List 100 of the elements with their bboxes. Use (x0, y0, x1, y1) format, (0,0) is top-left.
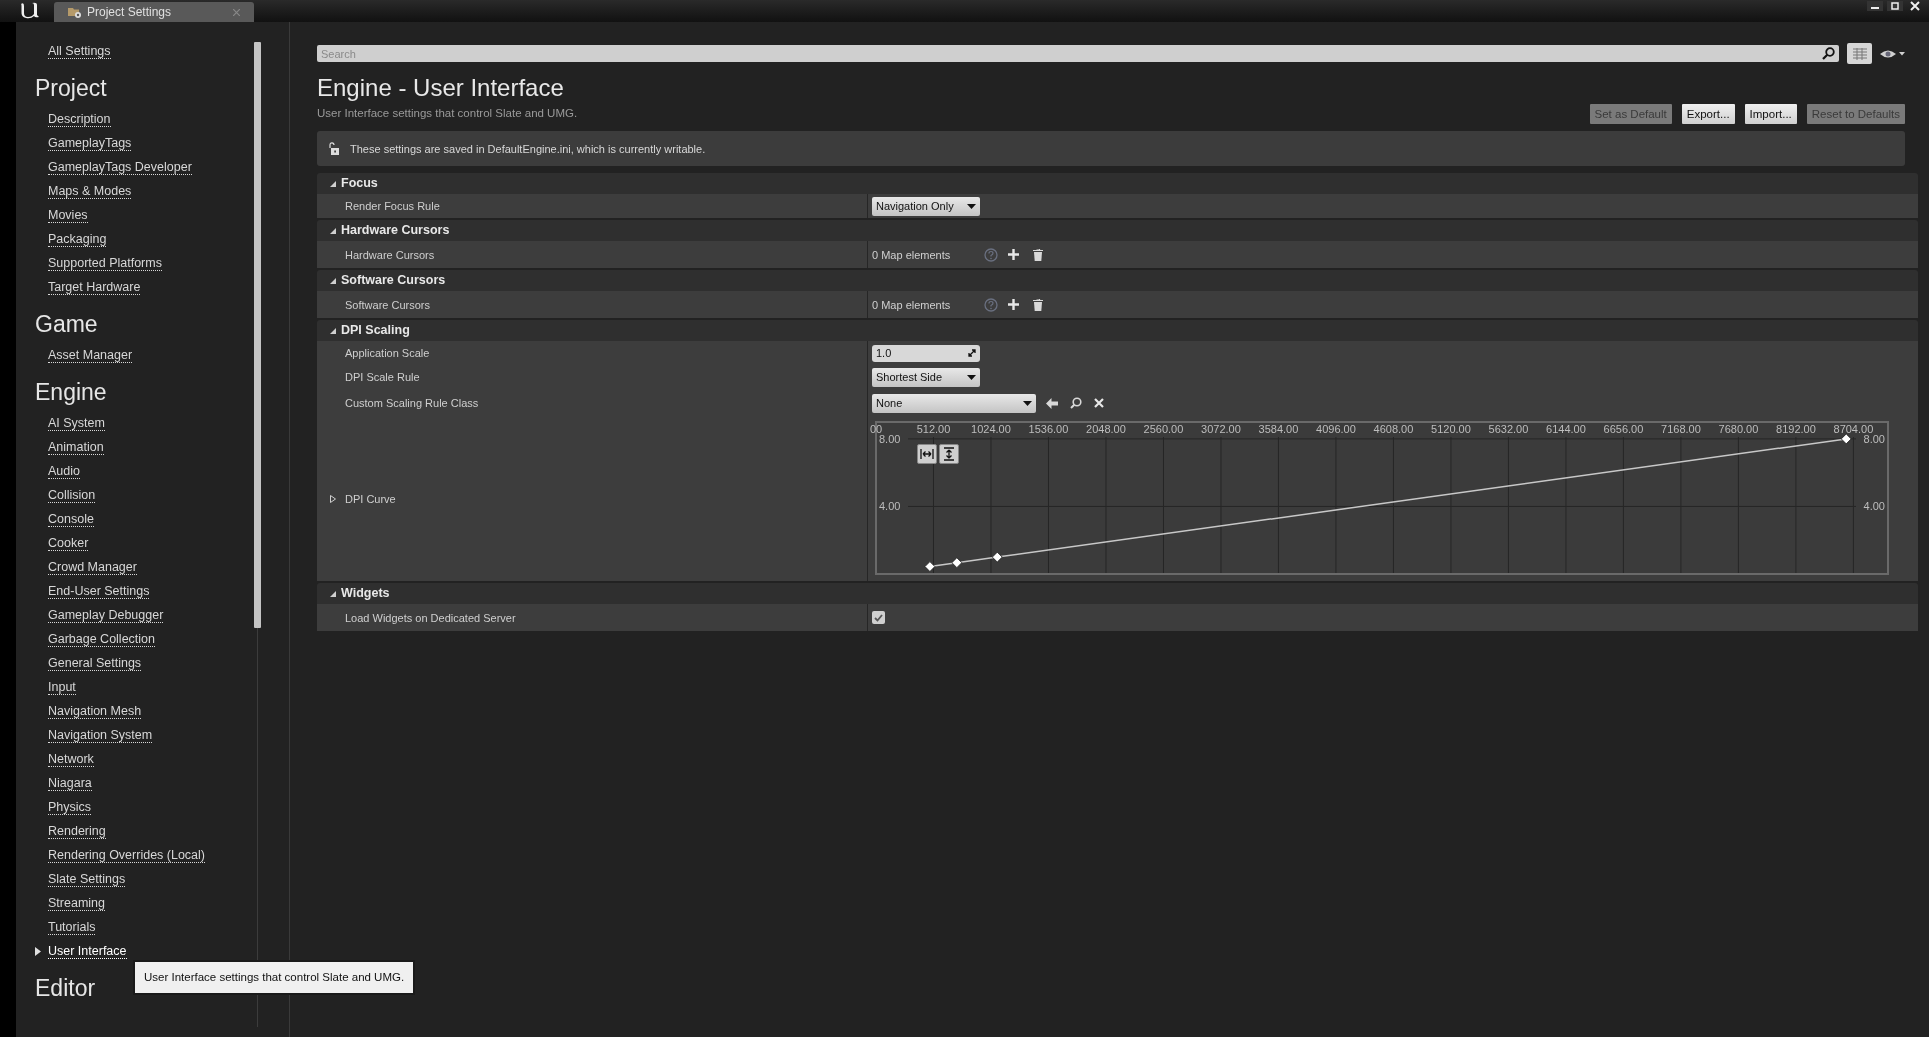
logo-icon (18, 1, 40, 19)
settings-link[interactable]: Cooker (48, 535, 89, 551)
property-label: Application Scale (344, 346, 430, 361)
settings-link[interactable]: Target Hardware (48, 279, 141, 295)
settings-link[interactable]: Audio (48, 463, 80, 479)
curve-key-point[interactable] (951, 557, 963, 569)
axis-tick-label: 8704.00 (1833, 423, 1874, 436)
caret-icon (967, 374, 976, 380)
settings-link[interactable]: Movies (48, 207, 88, 223)
restore-icon[interactable] (1887, 1, 1903, 11)
toolbar-button[interactable]: Export... (1681, 104, 1735, 125)
trash-icon[interactable] (1033, 298, 1043, 311)
section-header[interactable]: Focus (317, 173, 1918, 195)
settings-link[interactable]: Streaming (48, 895, 105, 911)
settings-link[interactable]: Supported Platforms (48, 255, 162, 271)
axis-tick-label: 5120.00 (1431, 423, 1471, 436)
axis-tick-label: 1024.00 (971, 423, 1011, 436)
curve-key-point[interactable] (991, 552, 1003, 563)
unlocked-icon (328, 142, 339, 156)
check-icon (874, 613, 883, 622)
expand-triangle-icon[interactable] (329, 326, 337, 335)
caret-icon (1023, 400, 1032, 406)
settings-link[interactable]: GameplayTags Developer (48, 159, 192, 175)
resize-icon (968, 349, 976, 358)
axis-tick-label: 512.00 (916, 423, 951, 436)
checkbox[interactable] (872, 611, 885, 625)
fit-horizontal-button[interactable] (917, 444, 937, 465)
property-label: Hardware Cursors (344, 247, 435, 263)
toolbar-button[interactable]: Import... (1744, 104, 1797, 125)
trash-icon[interactable] (1033, 248, 1043, 261)
settings-link[interactable]: Console (48, 511, 94, 527)
axis-tick-label: 2560.00 (1143, 423, 1184, 436)
section-header[interactable]: Software Cursors (317, 270, 1918, 292)
property-label: DPI Scale Rule (344, 370, 420, 385)
expand-triangle-icon[interactable] (329, 226, 337, 235)
settings-link[interactable]: AI System (48, 415, 105, 431)
settings-link[interactable]: GameplayTags (48, 135, 132, 151)
close-icon[interactable] (1907, 1, 1923, 11)
axis-tick-label: 3584.00 (1258, 423, 1299, 436)
category-heading: Editor (35, 974, 96, 1002)
settings-link[interactable]: User Interface (48, 943, 127, 959)
expand-triangle-icon[interactable] (329, 179, 337, 188)
settings-link[interactable]: Packaging (48, 231, 107, 247)
axis-tick-label: 8.00 (879, 433, 901, 446)
fit-vertical-icon (943, 447, 955, 462)
settings-link[interactable]: Navigation System (48, 727, 153, 743)
settings-link[interactable]: Asset Manager (48, 347, 133, 363)
settings-link[interactable]: Network (48, 751, 94, 767)
settings-link[interactable]: Tutorials (48, 919, 96, 935)
property-label: Custom Scaling Rule Class (344, 396, 479, 411)
settings-icon (68, 5, 82, 19)
arrow-left-icon[interactable] (1046, 397, 1058, 409)
expand-triangle-icon[interactable] (329, 276, 337, 285)
section-header[interactable]: Hardware Cursors (317, 220, 1918, 242)
settings-link[interactable]: All Settings (48, 43, 111, 59)
notice-text: These settings are saved in DefaultEngine.ini, which is currently writable. (350, 141, 706, 157)
scrollbar-thumb[interactable] (254, 42, 261, 628)
section-header[interactable]: DPI Scaling (317, 320, 1918, 342)
search-icon[interactable] (1070, 397, 1082, 410)
settings-link[interactable]: Description (48, 111, 111, 127)
add-icon[interactable] (1008, 249, 1019, 261)
fit-vertical-button[interactable] (939, 444, 959, 465)
search-icon (1822, 47, 1835, 60)
settings-link[interactable]: General Settings (48, 655, 142, 671)
map-count-text: 0 Map elements (872, 247, 952, 263)
settings-link[interactable]: Gameplay Debugger (48, 607, 164, 623)
search-field[interactable]: Search (317, 45, 1839, 62)
number-field[interactable]: 1.0 (872, 344, 980, 362)
settings-link[interactable]: Rendering Overrides (Local) (48, 847, 205, 863)
caret-icon (967, 203, 976, 209)
settings-link[interactable]: Input (48, 679, 76, 695)
settings-link[interactable]: Garbage Collection (48, 631, 155, 647)
curve-key-point[interactable] (924, 561, 936, 573)
settings-link[interactable]: Collision (48, 487, 96, 503)
section-header[interactable]: Widgets (317, 583, 1918, 605)
category-heading: Project (35, 74, 107, 102)
settings-link[interactable]: Maps & Modes (48, 183, 132, 199)
settings-link[interactable]: Rendering (48, 823, 106, 839)
settings-link[interactable]: End-User Settings (48, 583, 150, 599)
expand-triangle-icon[interactable] (329, 495, 337, 504)
editor-tab[interactable]: Project Settings (54, 2, 254, 22)
axis-tick-label: 7680.00 (1718, 423, 1759, 436)
minimize-icon[interactable] (1867, 1, 1883, 11)
dropdown[interactable]: Shortest Side (872, 367, 980, 387)
settings-link[interactable]: Niagara (48, 775, 92, 791)
settings-link[interactable]: Animation (48, 439, 104, 455)
settings-link[interactable]: Navigation Mesh (48, 703, 142, 719)
settings-link[interactable]: Slate Settings (48, 871, 126, 887)
settings-link[interactable]: Physics (48, 799, 92, 815)
dropdown[interactable]: Navigation Only (872, 196, 980, 216)
axis-tick-label: 00 (869, 423, 883, 436)
add-icon[interactable] (1008, 299, 1019, 311)
axis-tick-label: 8.00 (1863, 433, 1885, 446)
class-dropdown[interactable]: None (872, 393, 1036, 413)
list-icon (1852, 47, 1867, 60)
axis-tick-label: 8192.00 (1776, 423, 1816, 436)
settings-link[interactable]: Crowd Manager (48, 559, 137, 575)
expand-triangle-icon[interactable] (329, 589, 337, 598)
property-label: DPI Curve (344, 492, 396, 507)
axis-tick-label: 6656.00 (1603, 423, 1644, 436)
